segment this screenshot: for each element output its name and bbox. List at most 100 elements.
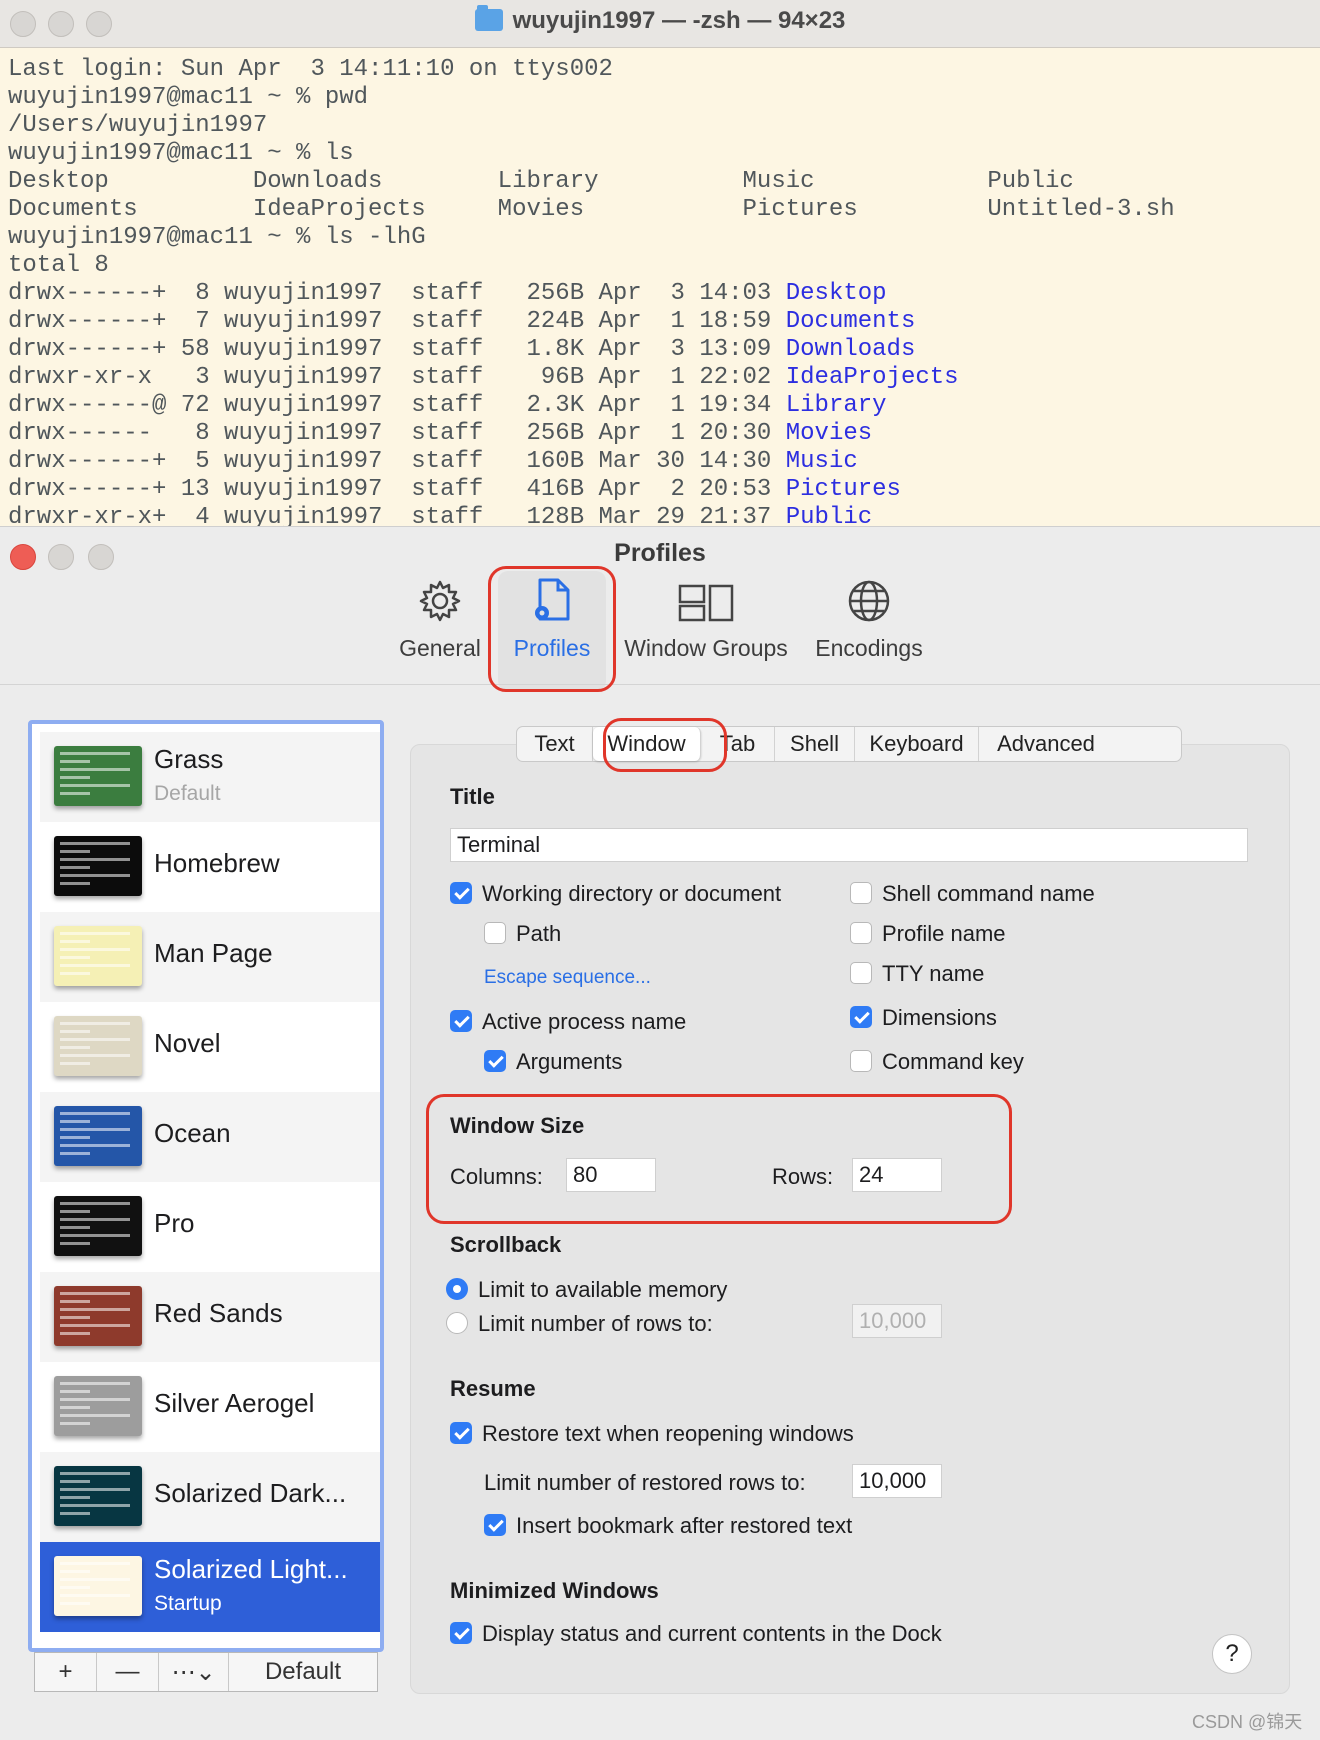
preview-text-line	[60, 972, 90, 975]
active-process-checkbox[interactable]	[450, 1010, 472, 1032]
directory-name: Downloads	[785, 336, 916, 363]
arguments-checkbox[interactable]	[484, 1050, 506, 1072]
profile-name: Grass	[154, 744, 224, 774]
terminal-line: wuyujin1997@mac11 ~ % pwd	[8, 84, 1320, 112]
terminal-line: Desktop Downloads Library Music Public	[8, 168, 1320, 196]
dimensions-checkbox[interactable]	[850, 1006, 872, 1028]
restore-text-checkbox[interactable]	[450, 1422, 472, 1444]
shell-command-checkbox[interactable]	[850, 882, 872, 904]
preview-text-line	[60, 1512, 90, 1515]
working-directory-checkbox[interactable]	[450, 882, 472, 904]
terminal-output[interactable]: Last login: Sun Apr 3 14:11:10 on ttys00…	[0, 48, 1320, 526]
toolbar-encodings[interactable]: Encodings	[808, 567, 930, 695]
preview-text-line	[60, 1136, 90, 1139]
profile-item-grass[interactable]: Grass Default	[40, 732, 380, 822]
profile-item-man-page[interactable]: Man Page	[40, 912, 380, 1002]
profile-list[interactable]: Grass Default Homebrew Man Page Novel Ocean Pr…	[28, 720, 384, 1652]
columns-field[interactable]	[566, 1158, 656, 1192]
preview-text-line	[60, 1496, 90, 1499]
command-key-checkbox[interactable]	[850, 1050, 872, 1072]
terminal-line-text: drwx------+ 7 wuyujin1997 staff 224B Apr…	[8, 308, 786, 335]
columns-label: Columns:	[450, 1164, 543, 1189]
profile-item-solarized-light[interactable]: Solarized Light... Startup	[40, 1542, 380, 1632]
directory-name: Public	[785, 504, 873, 526]
globe-icon	[808, 567, 930, 629]
title-heading: Title	[450, 784, 495, 809]
limit-memory-radio[interactable]	[446, 1278, 468, 1300]
profile-item-solarized-dark[interactable]: Solarized Dark...	[40, 1452, 380, 1542]
profile-item-silver-aerogel[interactable]: Silver Aerogel	[40, 1362, 380, 1452]
display-dock-checkbox[interactable]	[450, 1622, 472, 1644]
tab-shell[interactable]: Shell	[775, 727, 855, 761]
limit-rows-label: Limit number of rows to:	[478, 1311, 713, 1336]
preview-text-line	[60, 1316, 90, 1319]
profile-item-partial[interactable]	[40, 724, 380, 728]
preview-text-line	[60, 1210, 90, 1213]
minimized-heading: Minimized Windows	[450, 1578, 659, 1603]
dimensions-label: Dimensions	[882, 1005, 997, 1030]
profile-name-label: Profile name	[882, 921, 1006, 946]
toolbar-encodings-label: Encodings	[815, 635, 923, 661]
window-size-heading: Window Size	[450, 1113, 585, 1138]
preview-text-line	[60, 1120, 90, 1123]
preview-text-line	[60, 1472, 130, 1475]
escape-sequence-link[interactable]: Escape sequence...	[484, 967, 651, 989]
terminal-line: Last login: Sun Apr 3 14:11:10 on ttys00…	[8, 56, 1320, 84]
preview-text-line	[60, 1046, 90, 1049]
scrollback-rows-field[interactable]	[852, 1304, 942, 1338]
tab-advanced[interactable]: Advanced	[979, 727, 1113, 761]
rows-field[interactable]	[852, 1158, 942, 1192]
terminal-line: wuyujin1997@mac11 ~ % ls	[8, 140, 1320, 168]
preview-text-line	[60, 1308, 130, 1311]
profile-item-red-sands[interactable]: Red Sands	[40, 1272, 380, 1362]
restored-rows-field[interactable]	[852, 1464, 942, 1498]
tab-text[interactable]: Text	[517, 727, 593, 761]
help-button[interactable]: ?	[1212, 1634, 1252, 1674]
terminal-line-text: drwx------ 8 wuyujin1997 staff 256B Apr …	[8, 420, 786, 447]
add-profile-button[interactable]: +	[35, 1653, 97, 1691]
remove-profile-button[interactable]: —	[97, 1653, 159, 1691]
profile-preview-thumbnail	[54, 1196, 142, 1256]
limit-restored-label: Limit number of restored rows to:	[484, 1470, 806, 1495]
toolbar-general-label: General	[399, 635, 481, 661]
shell-command-label: Shell command name	[882, 881, 1095, 906]
profile-name: Man Page	[154, 938, 273, 968]
preview-text-line	[60, 882, 90, 885]
profile-item-homebrew[interactable]: Homebrew	[40, 822, 380, 912]
profile-subtitle: Startup	[154, 1592, 222, 1615]
toolbar-general[interactable]: General	[396, 567, 484, 695]
preview-text-line	[60, 1390, 90, 1393]
more-actions-button[interactable]: ⋯⌄	[159, 1653, 229, 1691]
preview-text-line	[60, 1414, 130, 1417]
tab-keyboard[interactable]: Keyboard	[855, 727, 979, 761]
insert-bookmark-checkbox[interactable]	[484, 1514, 506, 1536]
path-checkbox[interactable]	[484, 922, 506, 944]
title-field[interactable]	[450, 828, 1248, 862]
terminal-line-text: drwxr-xr-x 3 wuyujin1997 staff 96B Apr 1…	[8, 364, 786, 391]
preview-text-line	[60, 940, 90, 943]
terminal-line: total 8	[8, 252, 1320, 280]
terminal-line: drwxr-xr-x+ 4 wuyujin1997 staff 128B Mar…	[8, 504, 1320, 526]
preview-text-line	[60, 1422, 90, 1425]
preview-text-line	[60, 1144, 130, 1147]
profile-item-novel[interactable]: Novel	[40, 1002, 380, 1092]
preview-text-line	[60, 1324, 130, 1327]
directory-name: Desktop	[785, 280, 887, 307]
terminal-line-text: drwx------+ 58 wuyujin1997 staff 1.8K Ap…	[8, 336, 786, 363]
default-button[interactable]: Default	[229, 1653, 377, 1691]
preview-text-line	[60, 874, 130, 877]
profile-item-ocean[interactable]: Ocean	[40, 1092, 380, 1182]
tty-name-checkbox[interactable]	[850, 962, 872, 984]
terminal-line: drwx------+ 13 wuyujin1997 staff 416B Ap…	[8, 476, 1320, 504]
preview-text-line	[60, 1242, 90, 1245]
profile-item-pro[interactable]: Pro	[40, 1182, 380, 1272]
limit-rows-radio[interactable]	[446, 1312, 468, 1334]
profile-name-checkbox[interactable]	[850, 922, 872, 944]
display-dock-label: Display status and current contents in t…	[482, 1621, 942, 1646]
toolbar-window-groups[interactable]: Window Groups	[620, 567, 792, 695]
preview-text-line	[60, 932, 130, 935]
profile-name: Solarized Dark...	[154, 1478, 347, 1508]
preview-text-line	[60, 776, 90, 779]
preview-text-line	[60, 760, 90, 763]
directory-name: Library	[785, 392, 887, 419]
